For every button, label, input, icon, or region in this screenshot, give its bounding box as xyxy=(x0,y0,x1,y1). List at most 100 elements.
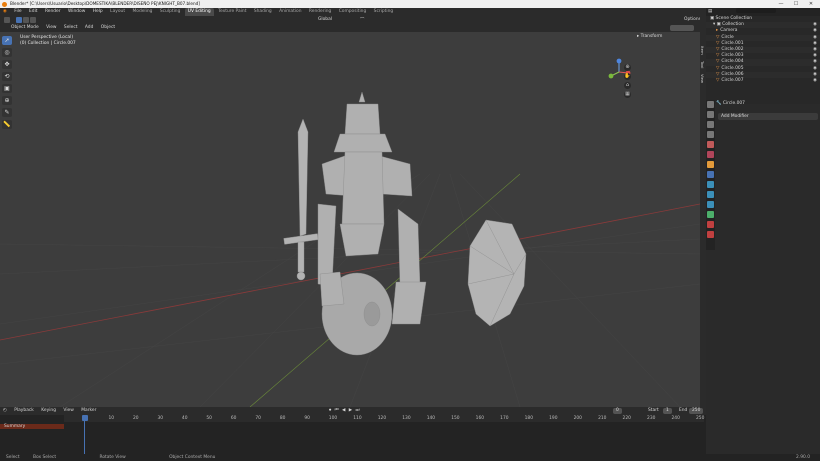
perspective-toggle-icon[interactable]: ▦ xyxy=(624,91,631,98)
status-box-select: Box Select xyxy=(32,455,57,460)
frame-tick: 50 xyxy=(206,416,212,421)
world-props-icon[interactable] xyxy=(707,151,714,158)
menu-help[interactable]: Help xyxy=(90,8,106,16)
render-props-icon[interactable] xyxy=(707,111,714,118)
mesh-icon: ▽ xyxy=(716,65,720,71)
gizmo-y-icon[interactable] xyxy=(608,73,614,79)
tab-animation[interactable]: Animation xyxy=(276,8,304,16)
maximize-button[interactable]: ☐ xyxy=(789,0,803,8)
viewport-scene[interactable] xyxy=(0,24,700,407)
view-layer-props-icon[interactable] xyxy=(707,131,714,138)
outliner-search-field[interactable] xyxy=(735,8,776,13)
object-props-icon[interactable] xyxy=(707,161,714,168)
object-mode-dropdown[interactable]: Object Mode xyxy=(8,24,42,32)
measure-tool-icon[interactable]: 📏 xyxy=(2,120,12,129)
physics-props-icon[interactable] xyxy=(707,191,714,198)
status-context-menu: Object Context Menu xyxy=(169,455,216,460)
outliner-filter-icon[interactable]: ▤ xyxy=(708,9,712,14)
transform-panel-header[interactable]: ▸ Transform xyxy=(637,34,662,39)
select-extend-icon[interactable] xyxy=(23,17,29,23)
tab-uv-editing[interactable]: UV Editing xyxy=(184,8,214,16)
material-props-icon[interactable] xyxy=(707,221,714,228)
start-frame-field[interactable]: 1 xyxy=(663,408,672,414)
visibility-eye-icon[interactable]: ◉ xyxy=(813,78,817,84)
tab-tool[interactable]: Tool xyxy=(700,61,705,68)
menu-playback[interactable]: Playback xyxy=(11,407,37,415)
gizmo-z-icon[interactable] xyxy=(616,58,622,64)
add-modifier-button[interactable]: Add Modifier xyxy=(718,113,818,120)
knight-mesh[interactable] xyxy=(317,91,427,356)
top-menu-bar: ◉ File Edit Render Window Help Layout Mo… xyxy=(0,8,820,16)
tab-view[interactable]: View xyxy=(700,74,705,83)
scale-tool-icon[interactable]: ▣ xyxy=(2,84,12,93)
tab-compositing[interactable]: Compositing xyxy=(336,8,370,16)
playback-controls[interactable]: ⏺ ⏮ ◀ ▶ ⏭ xyxy=(326,407,363,415)
select-box-icon[interactable] xyxy=(16,17,22,23)
menu-view[interactable]: View xyxy=(43,24,59,32)
menu-select[interactable]: Select xyxy=(61,24,81,32)
menu-marker[interactable]: Marker xyxy=(78,407,99,415)
menu-object[interactable]: Object xyxy=(98,24,118,32)
tab-texture-paint[interactable]: Texture Paint xyxy=(215,8,249,16)
menu-keying[interactable]: Keying xyxy=(38,407,59,415)
frame-ruler[interactable]: 0102030405060708090100110120130140150160… xyxy=(64,415,704,422)
output-props-icon[interactable] xyxy=(707,121,714,128)
close-button[interactable]: ✕ xyxy=(804,0,818,8)
current-frame-field[interactable]: 0 xyxy=(613,408,622,414)
transform-orientation-dropdown[interactable]: Global xyxy=(318,17,332,23)
annotate-tool-icon[interactable]: ✎ xyxy=(2,108,12,117)
timeline-header: ◴ Playback Keying View Marker ⏺ ⏮ ◀ ▶ ⏭ … xyxy=(0,407,706,415)
select-subtract-icon[interactable] xyxy=(30,17,36,23)
frame-tick: 20 xyxy=(132,416,139,421)
transform-panel-label: Transform xyxy=(640,34,663,39)
tab-item[interactable]: Item xyxy=(700,46,705,55)
list-item[interactable]: ▽ Circle.007 ◉ xyxy=(706,78,820,84)
menu-view-timeline[interactable]: View xyxy=(60,407,76,415)
camera-view-icon[interactable]: ⌂ xyxy=(624,82,631,89)
menu-edit[interactable]: Edit xyxy=(26,8,41,16)
tab-modeling[interactable]: Modeling xyxy=(129,8,155,16)
menu-add[interactable]: Add xyxy=(82,24,97,32)
move-tool-icon[interactable]: ✥ xyxy=(2,60,12,69)
frame-tick: 110 xyxy=(353,416,362,421)
3d-viewport[interactable]: Object Mode View Select Add Object ➚ ◎ ✥… xyxy=(0,24,700,407)
pan-hand-icon[interactable]: ✋ xyxy=(624,73,631,80)
texture-props-icon[interactable] xyxy=(707,231,714,238)
menu-window[interactable]: Window xyxy=(65,8,88,16)
cursor-tool-icon[interactable]: ◎ xyxy=(2,48,12,57)
tab-rendering[interactable]: Rendering xyxy=(306,8,334,16)
sword-mesh[interactable] xyxy=(283,118,319,281)
tab-scripting[interactable]: Scripting xyxy=(371,8,397,16)
snap-icon[interactable]: ⌒ xyxy=(360,17,364,23)
playhead[interactable] xyxy=(82,415,88,454)
tab-shading[interactable]: Shading xyxy=(251,8,275,16)
select-mode-icon[interactable] xyxy=(4,17,10,23)
tool-props-icon[interactable] xyxy=(707,101,714,108)
rotate-tool-icon[interactable]: ⟲ xyxy=(2,72,12,81)
timeline-frames[interactable]: Summary 01020304050607080901001101201301… xyxy=(0,415,706,454)
end-frame-field[interactable]: 250 xyxy=(689,408,704,414)
minimize-button[interactable]: — xyxy=(774,0,788,8)
frame-tick: 120 xyxy=(377,416,387,421)
frame-tick: 60 xyxy=(230,416,237,421)
tab-sculpting[interactable]: Sculpting xyxy=(157,8,184,16)
select-tool-icon[interactable]: ➚ xyxy=(2,36,12,45)
scene-props-icon[interactable] xyxy=(707,141,714,148)
tool-shelf: ➚ ◎ ✥ ⟲ ▣ ⊕ ✎ 📏 xyxy=(2,36,13,132)
particles-props-icon[interactable] xyxy=(707,181,714,188)
viewport-shading-icon[interactable] xyxy=(670,25,694,31)
transform-tool-icon[interactable]: ⊕ xyxy=(2,96,12,105)
blender-menu-icon[interactable]: ◉ xyxy=(0,8,10,16)
menu-render[interactable]: Render xyxy=(42,8,64,16)
menu-file[interactable]: File xyxy=(11,8,24,16)
frame-tick: 220 xyxy=(622,416,631,421)
constraints-props-icon[interactable] xyxy=(707,201,714,208)
options-dropdown[interactable]: Options xyxy=(684,17,701,23)
modifier-props-icon[interactable] xyxy=(707,171,714,178)
data-props-icon[interactable] xyxy=(707,211,714,218)
editor-type-icon[interactable]: ◴ xyxy=(0,407,10,415)
zoom-icon[interactable]: ⊕ xyxy=(624,64,631,71)
shield-mesh[interactable] xyxy=(467,219,527,327)
tab-layout[interactable]: Layout xyxy=(107,8,128,16)
outliner[interactable]: ▣ Scene Collection ▾ ▣ Collection ◉ ▸ Cam… xyxy=(706,16,820,104)
